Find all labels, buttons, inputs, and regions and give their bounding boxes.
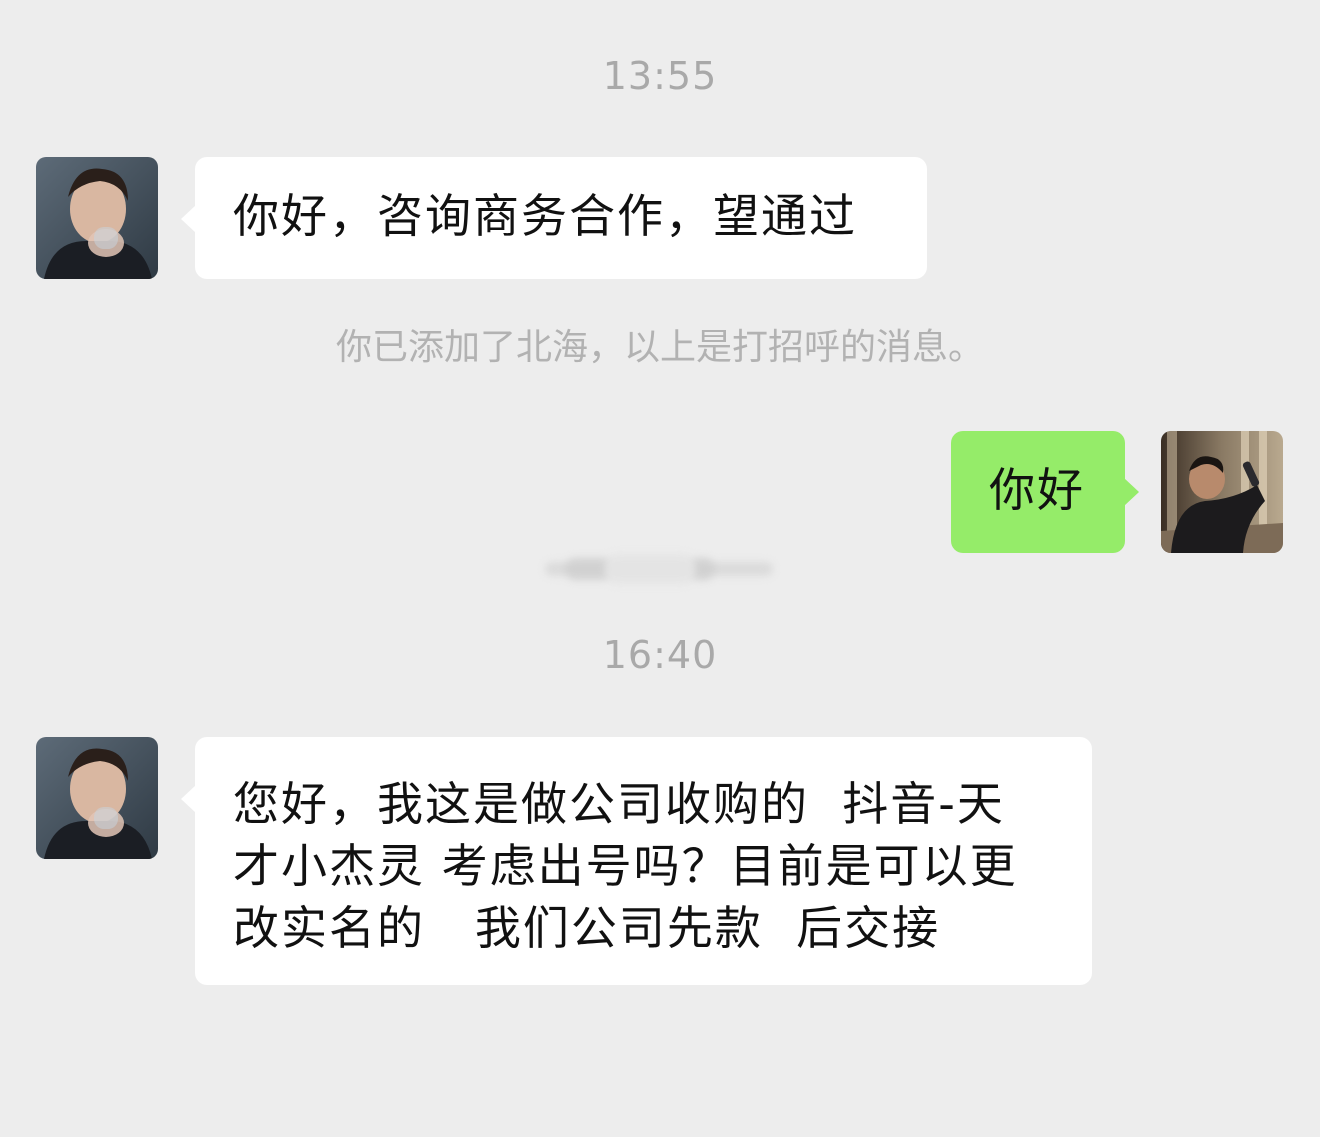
message-text-1: 你好，咨询商务合作，望通过 — [233, 189, 857, 243]
blurred-content — [545, 554, 773, 584]
contact-avatar[interactable] — [36, 737, 158, 859]
message-text-2: 你好 — [989, 463, 1085, 517]
timestamp-1: 13:55 — [602, 54, 718, 98]
self-avatar[interactable] — [1161, 431, 1283, 553]
bubble-tail — [181, 205, 196, 233]
bubble-tail — [181, 785, 196, 813]
contact-avatar-photo — [36, 737, 158, 859]
self-avatar-photo — [1161, 431, 1283, 553]
bubble-tail — [1124, 478, 1139, 506]
timestamp-2: 16:40 — [602, 633, 718, 677]
message-text-3: 您好，我这是做公司收购的 抖音-天 才小杰灵 考虑出号吗？目前是可以更 改实名的… — [233, 777, 1018, 955]
contact-avatar[interactable] — [36, 157, 158, 279]
message-bubble-3[interactable]: 您好，我这是做公司收购的 抖音-天 才小杰灵 考虑出号吗？目前是可以更 改实名的… — [181, 737, 1092, 985]
system-note: 你已添加了北海，以上是打招呼的消息。 — [335, 327, 984, 368]
contact-avatar-photo — [36, 157, 158, 279]
message-bubble-2[interactable]: 你好 — [951, 431, 1139, 553]
message-bubble-1[interactable]: 你好，咨询商务合作，望通过 — [181, 157, 927, 279]
